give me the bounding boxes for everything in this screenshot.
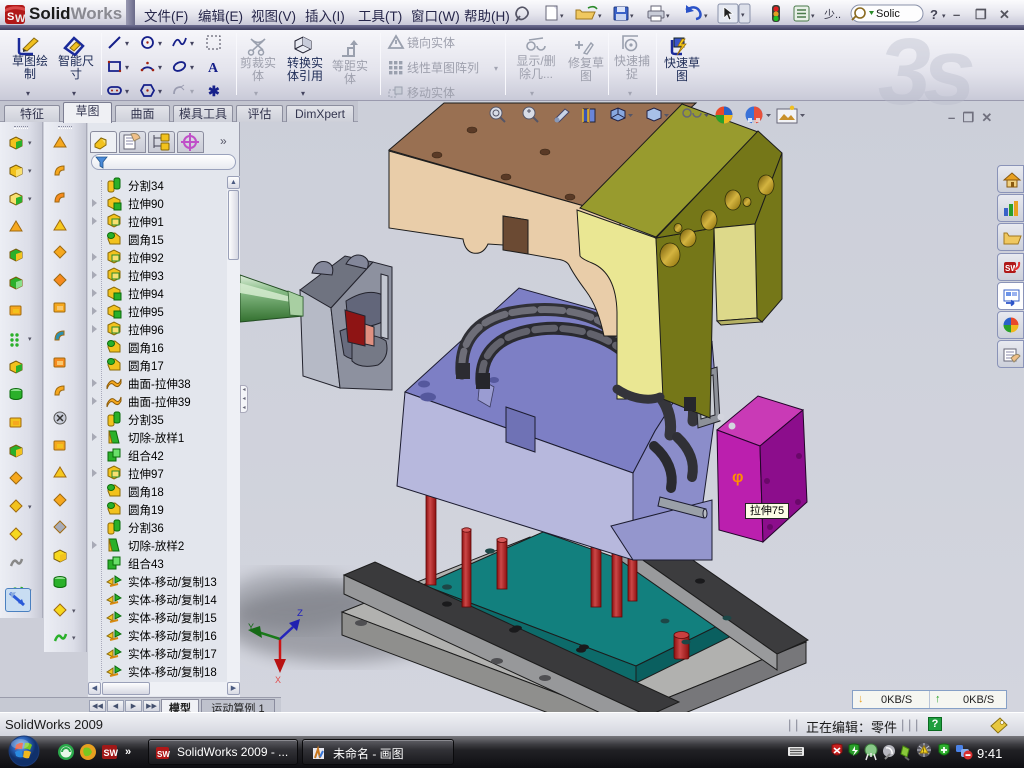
svg-text:▾: ▾ (741, 12, 745, 19)
svg-text:✱: ✱ (208, 83, 220, 99)
svg-text:A: A (208, 61, 219, 75)
svg-text:▾: ▾ (666, 13, 670, 20)
svg-text:▾: ▾ (598, 13, 602, 20)
svg-text:▾: ▾ (704, 13, 708, 20)
svg-text:SW: SW (104, 748, 119, 758)
svg-text:▾: ▾ (560, 13, 564, 20)
svg-text:少..: 少.. (824, 8, 841, 21)
svg-text:»: » (125, 746, 131, 758)
svg-text:φ: φ (732, 469, 743, 486)
svg-text:▾: ▾ (811, 13, 815, 20)
svg-text:SW: SW (157, 750, 170, 759)
svg-text:S: S (7, 11, 14, 23)
svg-text:W: W (15, 13, 26, 25)
svg-text:▾: ▾ (630, 13, 634, 20)
